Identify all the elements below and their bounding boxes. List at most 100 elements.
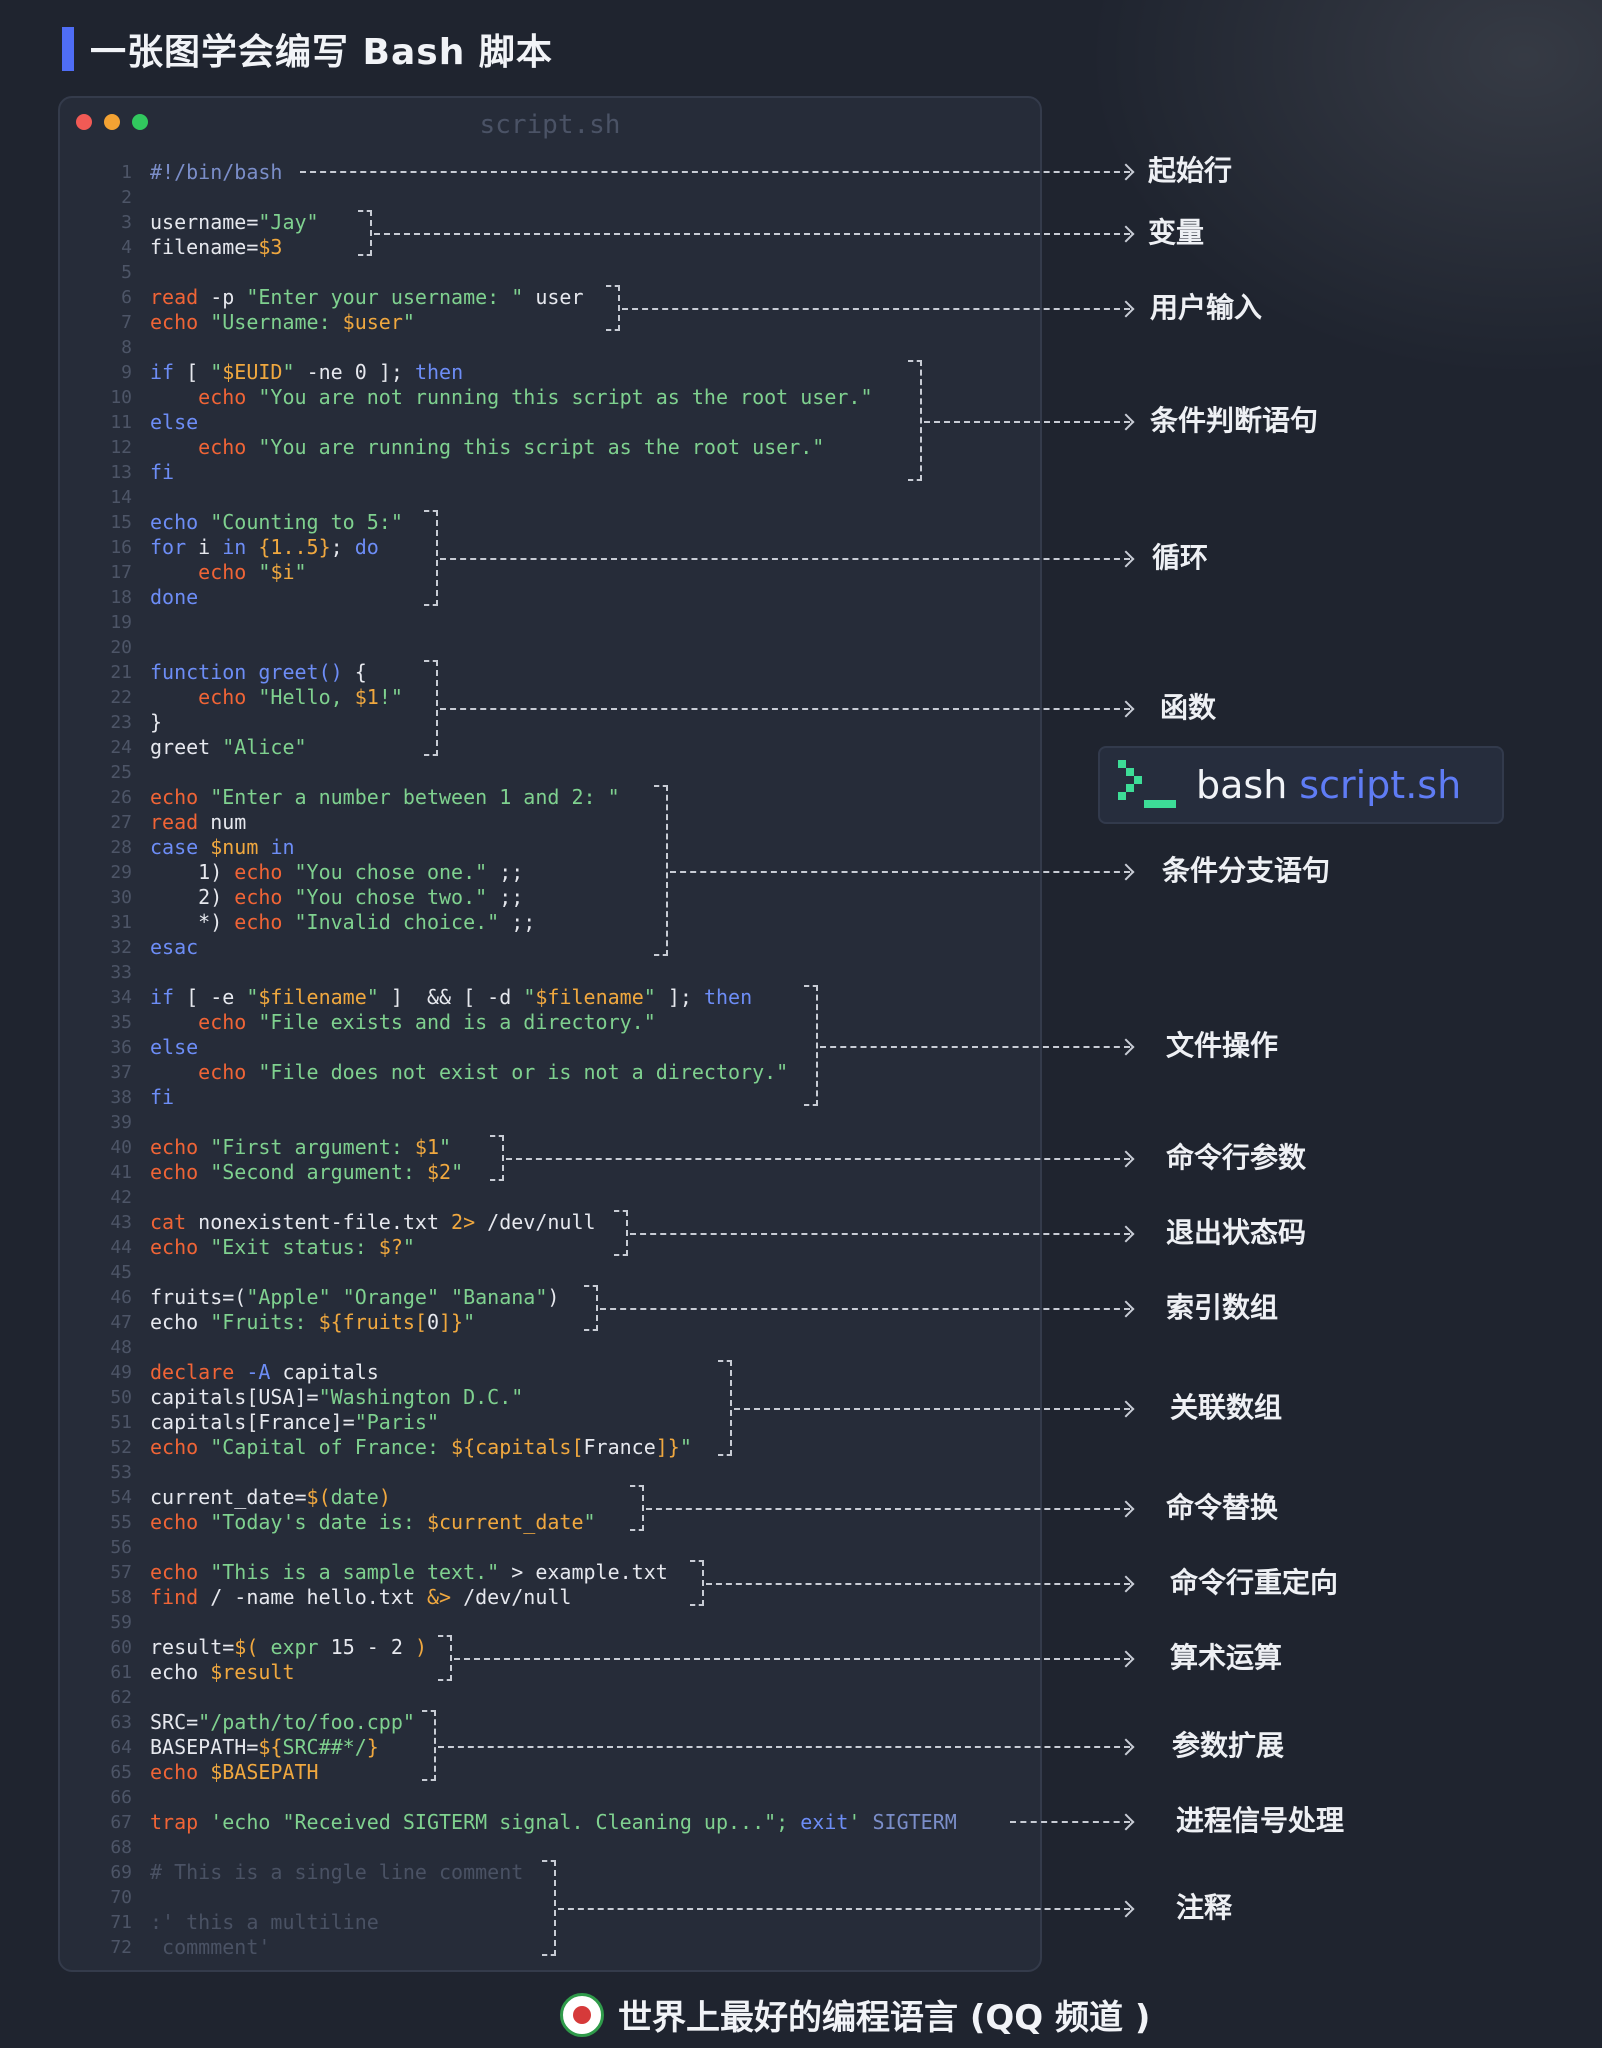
line-number: 2 bbox=[121, 187, 132, 208]
code-token: echo bbox=[150, 1160, 199, 1184]
code-token: ]} bbox=[439, 1310, 464, 1334]
line-number: 56 bbox=[110, 1537, 132, 1558]
line-number: 15 bbox=[110, 512, 132, 533]
annotation-bracket bbox=[542, 1860, 556, 1956]
code-text: commment' bbox=[150, 1935, 270, 1960]
code-token: ) bbox=[414, 1635, 427, 1659]
code-token: /dev/null bbox=[451, 1585, 572, 1609]
code-token: echo bbox=[150, 1560, 199, 1584]
code-token: " bbox=[643, 985, 656, 1009]
code-token: find bbox=[150, 1585, 199, 1609]
code-text: read num bbox=[150, 810, 246, 835]
code-token: SRC= bbox=[150, 1710, 199, 1734]
code-line: 23} bbox=[60, 710, 1040, 735]
code-token: " bbox=[282, 360, 295, 384]
code-token: " bbox=[679, 1435, 692, 1459]
line-number: 50 bbox=[110, 1387, 132, 1408]
annotation-bracket bbox=[718, 1360, 732, 1456]
annotation-label: 命令行参数 bbox=[1166, 1141, 1307, 1174]
code-line: 44 echo "Exit status: $?" bbox=[60, 1235, 1040, 1260]
code-token: "Enter a number between 1 and 2: " bbox=[210, 785, 620, 809]
code-token: " bbox=[402, 1235, 415, 1259]
code-line: 28 case $num in bbox=[60, 835, 1040, 860]
code-token: SRC##*/ bbox=[282, 1735, 367, 1759]
code-token: exit bbox=[800, 1810, 849, 1834]
code-token: declare bbox=[150, 1360, 235, 1384]
code-token: " bbox=[439, 1135, 452, 1159]
line-number: 40 bbox=[110, 1137, 132, 1158]
code-line: 37 echo "File does not exist or is not a… bbox=[60, 1060, 1040, 1085]
annotation-bracket bbox=[490, 1135, 504, 1181]
code-text: echo "File does not exist or is not a di… bbox=[150, 1060, 788, 1085]
annotation-arrow bbox=[440, 708, 1130, 710]
code-token: echo bbox=[150, 1510, 199, 1534]
annotation-bracket bbox=[358, 210, 372, 256]
code-token: "Capital of France: bbox=[210, 1435, 452, 1459]
code-token: $? bbox=[378, 1235, 403, 1259]
code-token: ;; bbox=[499, 910, 536, 934]
code-token: echo bbox=[150, 1760, 199, 1784]
code-token: capitals[France]= bbox=[150, 1410, 355, 1434]
code-text: echo $BASEPATH bbox=[150, 1760, 319, 1785]
code-token: 15 - 2 bbox=[318, 1635, 415, 1659]
code-token: {1..5} bbox=[258, 535, 331, 559]
code-token: echo bbox=[198, 1010, 247, 1034]
line-number: 10 bbox=[110, 387, 132, 408]
code-token: ;; bbox=[487, 860, 524, 884]
code-line: 24 greet "Alice" bbox=[60, 735, 1040, 760]
line-number: 26 bbox=[110, 787, 132, 808]
badge-command: bash bbox=[1196, 763, 1288, 807]
code-token: ;; bbox=[487, 885, 524, 909]
code-token: ]; bbox=[655, 985, 704, 1009]
code-token: "/path/to/foo.cpp" bbox=[198, 1710, 415, 1734]
code-token: else bbox=[150, 410, 199, 434]
code-text: echo "This is a sample text." > example.… bbox=[150, 1560, 668, 1585]
code-line: 7 echo "Username: $user" bbox=[60, 310, 1040, 335]
code-line: 59 bbox=[60, 1610, 1040, 1635]
code-token: France bbox=[583, 1435, 656, 1459]
code-token: "File exists and is a directory." bbox=[258, 1010, 656, 1034]
code-token: done bbox=[150, 585, 199, 609]
code-window: script.sh 1 #!/bin/bash 2 3 username="Jay" 4 f… bbox=[58, 96, 1042, 1972]
code-line: 15 echo "Counting to 5:" bbox=[60, 510, 1040, 535]
code-token: "Username: bbox=[210, 310, 343, 334]
line-number: 4 bbox=[121, 237, 132, 258]
code-token: $( bbox=[234, 1635, 259, 1659]
line-number: 32 bbox=[110, 937, 132, 958]
code-line: 54 current_date=$(date) bbox=[60, 1485, 1040, 1510]
code-text: } bbox=[150, 710, 162, 735]
annotation-label: 参数扩展 bbox=[1172, 1728, 1285, 1762]
code-token: echo bbox=[150, 785, 199, 809]
annotation-bracket bbox=[614, 1210, 628, 1256]
code-token: echo bbox=[198, 385, 247, 409]
code-text: echo "Fruits: ${fruits[0]}" bbox=[150, 1310, 475, 1335]
code-line: 48 bbox=[60, 1335, 1040, 1360]
code-line: 42 bbox=[60, 1185, 1040, 1210]
code-token: user bbox=[523, 285, 584, 309]
code-token: ) bbox=[378, 1485, 391, 1509]
code-token: $2 bbox=[426, 1160, 452, 1184]
annotation-bracket bbox=[424, 510, 438, 606]
line-number: 58 bbox=[110, 1587, 132, 1608]
code-line: 3 username="Jay" bbox=[60, 210, 1040, 235]
code-token: then bbox=[703, 985, 753, 1009]
code-line: 25 bbox=[60, 760, 1040, 785]
code-line: 61 echo $result bbox=[60, 1660, 1040, 1685]
code-token: " bbox=[583, 1510, 596, 1534]
code-text: echo "Hello, $1!" bbox=[150, 685, 403, 710]
code-text: echo "Capital of France: ${capitals[Fran… bbox=[150, 1435, 692, 1460]
line-number: 33 bbox=[110, 962, 132, 983]
code-text: echo "Enter a number between 1 and 2: " bbox=[150, 785, 620, 810]
code-token: echo bbox=[198, 435, 247, 459]
annotation-arrow bbox=[558, 1908, 1130, 1910]
code-token: $i bbox=[270, 560, 295, 584]
code-token: else bbox=[150, 1035, 199, 1059]
code-text: if [ -e "$filename" ] && [ -d "$filename… bbox=[150, 985, 752, 1010]
annotation-arrow bbox=[630, 1233, 1130, 1235]
annotation-label: 条件判断语句 bbox=[1150, 403, 1319, 437]
